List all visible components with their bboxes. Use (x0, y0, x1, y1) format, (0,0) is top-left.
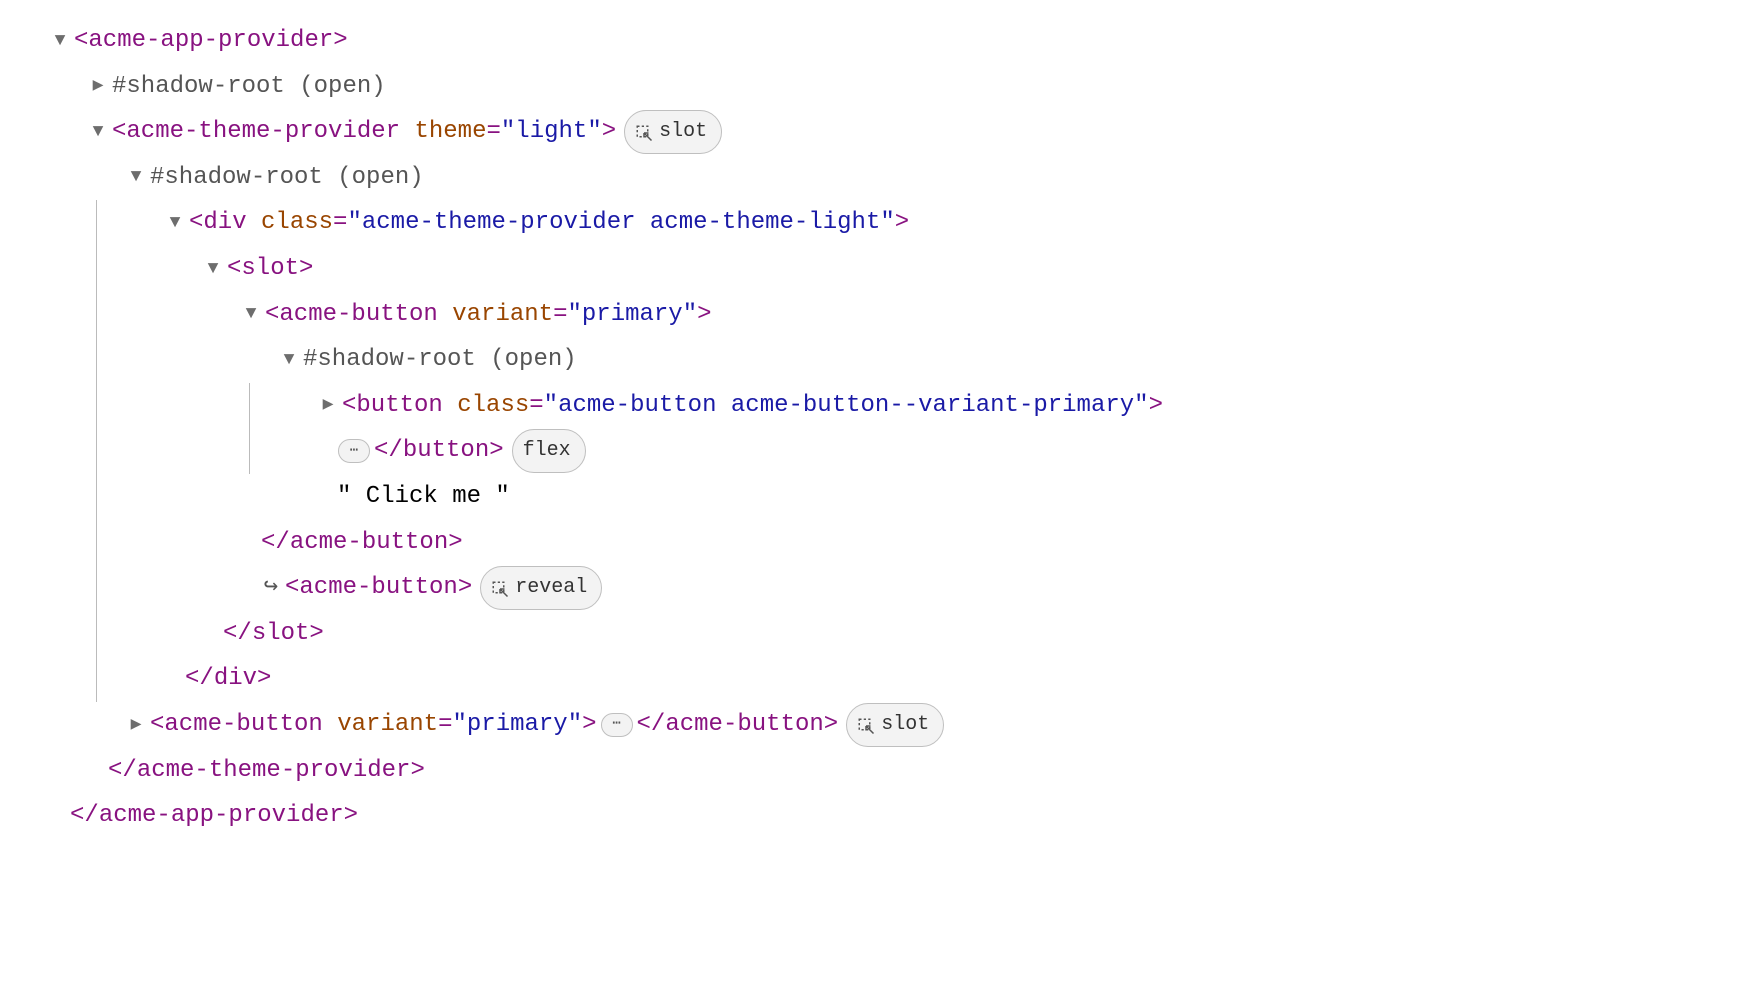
tree-row[interactable]: ⋯ </button> flex (50, 428, 1702, 474)
reveal-badge[interactable]: reveal (480, 566, 602, 610)
tag-name: acme-button (299, 565, 457, 611)
text-node: " Click me " (337, 474, 510, 520)
badge-label: slot (881, 706, 929, 744)
tag-name: slot (252, 611, 310, 657)
attr-name: variant (452, 292, 553, 338)
slot-reveal-badge[interactable]: slot (624, 110, 722, 154)
tag-name: acme-theme-provider (137, 748, 411, 794)
reveal-icon (857, 717, 875, 733)
expand-arrow-icon[interactable] (279, 343, 299, 377)
tree-row[interactable]: #shadow-root (open) (50, 155, 1702, 201)
tag-name: slot (241, 246, 299, 292)
expand-arrow-icon[interactable] (318, 388, 338, 422)
slotted-link-arrow-icon: ↪ (261, 565, 281, 611)
tag-name: acme-theme-provider (126, 109, 400, 155)
tag-name: acme-app-provider (99, 793, 344, 839)
tree-row[interactable]: #shadow-root (open) (50, 337, 1702, 383)
tree-row[interactable]: <acme-button variant="primary"> ⋯ </acme… (50, 702, 1702, 748)
attr-name: class (457, 383, 529, 429)
tree-row[interactable]: <slot> (50, 246, 1702, 292)
tag-name: acme-button (290, 520, 448, 566)
shadow-root-label: #shadow-root (open) (112, 64, 386, 110)
tree-row[interactable]: <div class="acme-theme-provider acme-the… (50, 200, 1702, 246)
tag-name: div (203, 200, 246, 246)
reveal-icon (491, 580, 509, 596)
expand-arrow-icon[interactable] (203, 252, 223, 286)
ellipsis-badge[interactable]: ⋯ (601, 713, 633, 737)
tree-row[interactable]: </acme-app-provider> (50, 793, 1702, 839)
expand-arrow-icon[interactable] (50, 24, 70, 58)
tree-row[interactable]: </div> (50, 656, 1702, 702)
shadow-root-label: #shadow-root (open) (303, 337, 577, 383)
attr-name: theme (414, 109, 486, 155)
attr-value: "acme-theme-provider acme-theme-light" (347, 200, 894, 246)
tag-name: div (214, 656, 257, 702)
tag-name: acme-button (164, 702, 322, 748)
reveal-icon (635, 124, 653, 140)
tree-row[interactable]: </acme-theme-provider> (50, 748, 1702, 794)
ellipsis-badge[interactable]: ⋯ (338, 439, 370, 463)
tree-row[interactable]: #shadow-root (open) (50, 64, 1702, 110)
attr-value: "primary" (567, 292, 697, 338)
tree-row[interactable]: ↪ <acme-button> reveal (50, 565, 1702, 611)
tree-row[interactable]: <button class="acme-button acme-button--… (50, 383, 1702, 429)
attr-name: variant (337, 702, 438, 748)
attr-value: "primary" (452, 702, 582, 748)
tag-name: acme-app-provider (88, 18, 333, 64)
tree-row[interactable]: <acme-app-provider> (50, 18, 1702, 64)
slot-reveal-badge[interactable]: slot (846, 703, 944, 747)
tag-name: acme-button (279, 292, 437, 338)
expand-arrow-icon[interactable] (126, 160, 146, 194)
badge-label: flex (523, 432, 571, 470)
tree-row[interactable]: </acme-button> (50, 520, 1702, 566)
tag-close-punct: > (333, 18, 347, 64)
expand-arrow-icon[interactable] (165, 206, 185, 240)
tag-name: acme-button (665, 702, 823, 748)
tree-row[interactable]: " Click me " (50, 474, 1702, 520)
flex-badge[interactable]: flex (512, 429, 586, 473)
attr-value: "acme-button acme-button--variant-primar… (544, 383, 1149, 429)
expand-arrow-icon[interactable] (88, 69, 108, 103)
tree-row[interactable]: </slot> (50, 611, 1702, 657)
badge-label: reveal (515, 569, 587, 607)
tag-open-punct: < (74, 18, 88, 64)
tag-name: button (356, 383, 442, 429)
expand-arrow-icon[interactable] (88, 115, 108, 149)
expand-arrow-icon[interactable] (126, 708, 146, 742)
tag-name: button (403, 428, 489, 474)
dom-tree: <acme-app-provider> #shadow-root (open) … (0, 0, 1752, 857)
attr-name: class (261, 200, 333, 246)
expand-arrow-icon[interactable] (241, 297, 261, 331)
tree-row[interactable]: <acme-button variant="primary"> (50, 292, 1702, 338)
shadow-root-label: #shadow-root (open) (150, 155, 424, 201)
attr-value: "light" (501, 109, 602, 155)
badge-label: slot (659, 113, 707, 151)
tree-row[interactable]: <acme-theme-provider theme="light"> slot (50, 109, 1702, 155)
